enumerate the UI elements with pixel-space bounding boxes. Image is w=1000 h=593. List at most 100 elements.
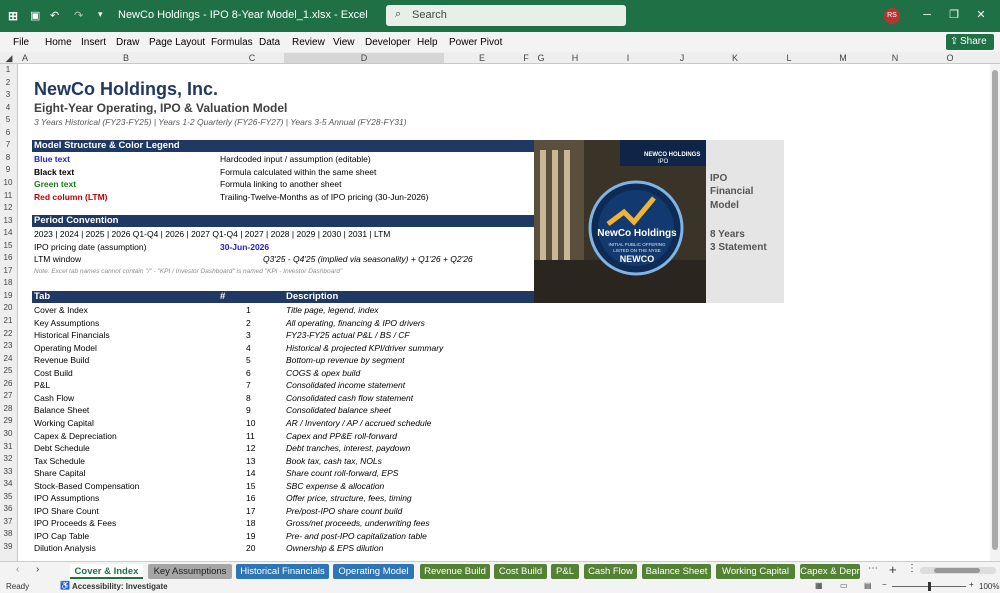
row-header[interactable]: 3 — [0, 90, 16, 99]
menu-view[interactable]: View — [333, 37, 355, 48]
row-header[interactable]: 2 — [0, 78, 16, 87]
row-header[interactable]: 29 — [0, 416, 16, 425]
ipo-date-value[interactable]: 30-Jun-2026 — [220, 241, 269, 253]
row-header[interactable]: 34 — [0, 479, 16, 488]
sheet-tab[interactable]: Working Capital — [716, 564, 795, 579]
sheet-tab[interactable]: Revenue Build — [420, 564, 490, 579]
zoom-level[interactable]: 100% — [979, 582, 999, 591]
column-header[interactable]: A — [18, 53, 32, 63]
row-header[interactable]: 9 — [0, 165, 16, 174]
search-input[interactable]: ⌕ Search — [386, 5, 626, 26]
sheet-tab[interactable]: Cover & Index — [70, 564, 143, 579]
row-header[interactable]: 33 — [0, 467, 16, 476]
zoom-out-icon[interactable]: − — [882, 580, 887, 589]
add-sheet-icon[interactable]: + — [889, 562, 897, 577]
sheet-tab[interactable]: Operating Model — [333, 564, 414, 579]
row-header[interactable]: 20 — [0, 303, 16, 312]
column-header[interactable]: O — [920, 53, 980, 63]
menu-power-pivot[interactable]: Power Pivot — [449, 37, 502, 48]
row-header[interactable]: 35 — [0, 492, 16, 501]
autosave-icon[interactable]: ▣ — [30, 9, 40, 22]
zoom-slider-knob[interactable] — [928, 582, 931, 591]
restore-icon[interactable]: ❐ — [947, 8, 961, 22]
menu-developer[interactable]: Developer — [365, 37, 411, 48]
more-tabs-icon[interactable]: ⋯ — [868, 563, 878, 574]
row-header[interactable]: 12 — [0, 203, 16, 212]
zoom-in-icon[interactable]: + — [969, 580, 974, 589]
row-header[interactable]: 27 — [0, 391, 16, 400]
row-header[interactable]: 31 — [0, 442, 16, 451]
column-header[interactable]: K — [708, 53, 762, 63]
column-header[interactable]: C — [220, 53, 284, 63]
row-header[interactable]: 11 — [0, 191, 16, 200]
row-header[interactable]: 1 — [0, 65, 16, 74]
row-header[interactable]: 6 — [0, 128, 16, 137]
row-header[interactable]: 7 — [0, 140, 16, 149]
vertical-scroll-thumb[interactable] — [992, 70, 998, 550]
menu-help[interactable]: Help — [417, 37, 438, 48]
undo-icon[interactable]: ↶ — [50, 9, 59, 22]
worksheet-grid[interactable]: NewCo Holdings, Inc. Eight-Year Operatin… — [18, 64, 990, 561]
sheet-tab[interactable]: Balance Sheet — [642, 564, 711, 579]
tab-scroll-right-icon[interactable]: › — [36, 564, 39, 575]
row-header[interactable]: 38 — [0, 529, 16, 538]
row-header[interactable]: 28 — [0, 404, 16, 413]
row-header[interactable]: 19 — [0, 291, 16, 300]
share-button[interactable]: ⇪ Share — [946, 34, 994, 50]
row-header[interactable]: 13 — [0, 216, 16, 225]
menu-review[interactable]: Review — [292, 37, 325, 48]
page-break-view-icon[interactable]: ▤ — [864, 581, 872, 590]
sheet-tab[interactable]: Key Assumptions — [148, 564, 232, 579]
row-header[interactable]: 5 — [0, 115, 16, 124]
column-header[interactable]: F — [520, 53, 532, 63]
close-icon[interactable]: ✕ — [974, 8, 988, 22]
select-all-corner[interactable]: ◢ — [0, 53, 18, 64]
page-layout-view-icon[interactable]: ▭ — [840, 581, 848, 590]
column-header[interactable]: B — [32, 53, 220, 63]
column-header[interactable]: E — [444, 53, 520, 63]
column-header[interactable]: H — [550, 53, 600, 63]
column-header[interactable]: I — [600, 53, 656, 63]
column-header[interactable]: M — [816, 53, 870, 63]
avatar[interactable]: RS — [884, 8, 900, 24]
sheet-tab[interactable]: Cash Flow — [584, 564, 637, 579]
row-header[interactable]: 21 — [0, 316, 16, 325]
row-header[interactable]: 15 — [0, 241, 16, 250]
row-header[interactable]: 4 — [0, 103, 16, 112]
column-header[interactable]: D — [284, 53, 444, 63]
tab-scroll-left-icon[interactable]: ‹ — [16, 564, 19, 575]
horizontal-scroll-thumb[interactable] — [934, 568, 980, 573]
row-header[interactable]: 17 — [0, 266, 16, 275]
row-header[interactable]: 26 — [0, 379, 16, 388]
normal-view-icon[interactable]: ▦ — [815, 581, 823, 590]
menu-draw[interactable]: Draw — [116, 37, 139, 48]
redo-icon[interactable]: ↷ — [74, 9, 83, 22]
horizontal-scrollbar[interactable] — [920, 567, 996, 574]
menu-formulas[interactable]: Formulas — [211, 37, 253, 48]
sheet-tab[interactable]: P&L — [551, 564, 579, 579]
row-header[interactable]: 23 — [0, 341, 16, 350]
row-header[interactable]: 24 — [0, 354, 16, 363]
sheet-tab[interactable]: Capex & Depr — [800, 564, 860, 579]
row-header[interactable]: 14 — [0, 228, 16, 237]
row-header[interactable]: 37 — [0, 517, 16, 526]
menu-insert[interactable]: Insert — [81, 37, 106, 48]
column-header[interactable]: G — [532, 53, 550, 63]
minimize-icon[interactable]: ─ — [920, 8, 934, 22]
row-header[interactable]: 16 — [0, 253, 16, 262]
row-header[interactable]: 39 — [0, 542, 16, 551]
row-header[interactable]: 25 — [0, 366, 16, 375]
sheet-tab[interactable]: Historical Financials — [236, 564, 329, 579]
sheet-tab[interactable]: Cost Build — [494, 564, 547, 579]
row-header[interactable]: 10 — [0, 178, 16, 187]
column-header[interactable]: L — [762, 53, 816, 63]
menu-data[interactable]: Data — [259, 37, 280, 48]
menu-file[interactable]: File — [13, 37, 29, 48]
row-header[interactable]: 22 — [0, 329, 16, 338]
row-header[interactable]: 8 — [0, 153, 16, 162]
tab-options-icon[interactable]: ⋮ — [907, 563, 917, 574]
column-header[interactable]: N — [870, 53, 920, 63]
row-header[interactable]: 36 — [0, 504, 16, 513]
row-header[interactable]: 30 — [0, 429, 16, 438]
row-header[interactable]: 18 — [0, 278, 16, 287]
